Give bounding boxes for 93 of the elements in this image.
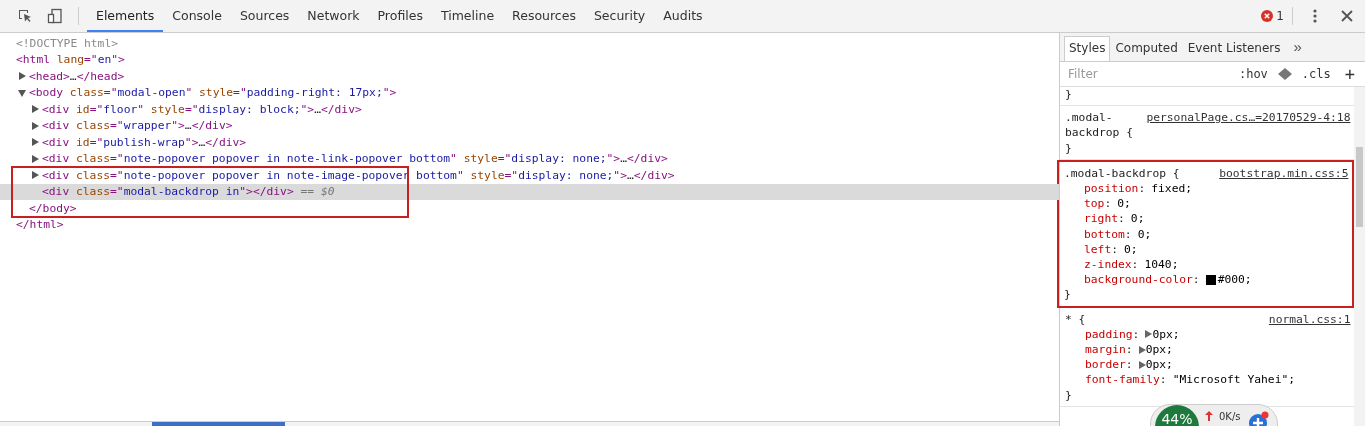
- inspect-icon[interactable]: [17, 8, 33, 24]
- class-button[interactable]: .cls: [1297, 67, 1335, 81]
- property-name: z-index: [1084, 257, 1132, 273]
- closing-brace: }: [1065, 87, 1072, 103]
- panel-tab[interactable]: Resources: [503, 0, 585, 32]
- property-value: #000;: [1217, 272, 1252, 288]
- css-selector: * {: [1065, 311, 1087, 327]
- colon: :: [1124, 226, 1132, 242]
- panel-tab[interactable]: Elements: [87, 0, 164, 32]
- scrollbar-thumb[interactable]: [152, 422, 285, 426]
- error-icon: [1261, 10, 1274, 22]
- expand-triangle-icon[interactable]: [31, 154, 39, 163]
- property-value: 1040;: [1144, 257, 1179, 273]
- property-name: right: [1084, 211, 1118, 227]
- sidebar-tab[interactable]: Event Listeners: [1182, 36, 1286, 61]
- more-tabs-button[interactable]: »: [1285, 38, 1310, 61]
- colon: :: [1138, 181, 1146, 197]
- property-value: 0px;: [1145, 357, 1173, 373]
- expand-triangle-icon[interactable]: [31, 121, 39, 130]
- property-name: top: [1084, 196, 1105, 212]
- colon: :: [1132, 326, 1140, 343]
- colon: :: [1131, 257, 1139, 273]
- closing-brace: }: [1064, 287, 1071, 303]
- dom-node-code: <div id="floor" style="display: block;">…</div>: [42, 102, 362, 116]
- dom-node-code: <div id="publish-wrap">…</div>: [42, 135, 247, 149]
- css-selector: .modal-backdrop {: [1065, 110, 1134, 141]
- panel-tab[interactable]: Security: [584, 0, 655, 32]
- colon: :: [1125, 342, 1133, 358]
- panel-tab[interactable]: Sources: [230, 0, 299, 32]
- scrollbar-thumb[interactable]: [1356, 147, 1363, 227]
- property-value: 0;: [1117, 196, 1131, 212]
- closing-brace: }: [1065, 140, 1072, 156]
- panel-tab[interactable]: Profiles: [368, 0, 432, 32]
- dom-node-code: <div class="wrapper">…</div>: [42, 119, 233, 133]
- dom-node-code: <head>…</head>: [29, 69, 125, 83]
- percent-gauge: 44%: [1155, 405, 1199, 426]
- property-value: 0;: [1130, 211, 1145, 227]
- colon: :: [1125, 357, 1133, 373]
- colon: :: [1104, 196, 1112, 212]
- colon: :: [1111, 241, 1119, 258]
- property-name: background-color: [1084, 272, 1193, 288]
- panel-tab[interactable]: Console: [163, 0, 231, 32]
- source-link[interactable]: personalPage.cs…=20170529-4:18: [1146, 110, 1351, 141]
- source-link[interactable]: normal.css:1: [1268, 311, 1351, 327]
- panel-tab[interactable]: Network: [298, 0, 369, 32]
- error-count[interactable]: 1: [1276, 9, 1284, 23]
- property-name: left: [1084, 241, 1112, 258]
- diamond-icon[interactable]: [1277, 68, 1292, 80]
- add-rule-button[interactable]: +: [1340, 64, 1359, 84]
- property-value: 0px;: [1152, 326, 1180, 343]
- dom-node-code: <div class="modal-backdrop in"></div> == $0: [42, 185, 335, 199]
- more-options-icon[interactable]: [1313, 9, 1317, 23]
- property-name: position: [1084, 181, 1139, 197]
- colon: :: [1118, 211, 1125, 227]
- sidebar-tab[interactable]: Computed: [1110, 36, 1183, 61]
- panel-tab[interactable]: Audits: [654, 0, 712, 32]
- css-selector: .modal-backdrop {: [1064, 165, 1180, 181]
- colon: :: [1192, 272, 1200, 288]
- sidebar-tab[interactable]: Styles: [1064, 36, 1111, 61]
- property-value: fixed;: [1151, 181, 1193, 197]
- device-icon[interactable]: [47, 8, 63, 24]
- color-swatch[interactable]: [1205, 274, 1216, 285]
- upload-rate: 0K/s: [1219, 411, 1241, 422]
- property-name: margin: [1085, 342, 1126, 358]
- closing-brace: }: [1065, 387, 1072, 403]
- source-link[interactable]: bootstrap.min.css:5: [1219, 165, 1349, 181]
- property-name: border: [1085, 357, 1126, 373]
- expand-triangle-icon[interactable]: [31, 105, 39, 114]
- dom-node-code: <div class="note-popover popover in note-image-popover bottom" style="display: none;">…</div>: [42, 168, 675, 182]
- dom-node-code: <html lang="en">: [16, 53, 125, 67]
- property-name: font-family: [1085, 372, 1160, 388]
- dom-node-code: <div class="note-popover popover in note-link-popover bottom" style="display: none;">…</div>: [42, 152, 668, 166]
- network-speed-widget[interactable]: 44% 0K/s: [1150, 404, 1278, 426]
- property-value: 0px;: [1145, 342, 1173, 358]
- expand-triangle-icon[interactable]: [18, 72, 26, 81]
- expand-triangle-icon[interactable]: [31, 171, 39, 180]
- dom-node-code: </body>: [29, 201, 77, 215]
- property-value: "Microsoft Yahei";: [1172, 372, 1296, 388]
- dom-node-code: </html>: [16, 218, 64, 232]
- colon: :: [1159, 372, 1167, 388]
- property-name: bottom: [1084, 226, 1125, 242]
- expand-triangle-icon[interactable]: [18, 88, 26, 97]
- up-arrow-icon: [1205, 411, 1213, 421]
- dom-node-code: <!DOCTYPE html>: [16, 36, 119, 50]
- expand-triangle-icon[interactable]: [31, 138, 39, 147]
- hover-state-button[interactable]: :hov: [1234, 67, 1272, 81]
- property-value: 0;: [1124, 241, 1138, 258]
- property-value: 0;: [1137, 226, 1152, 242]
- property-name: padding: [1085, 326, 1133, 343]
- panel-tab[interactable]: Timeline: [431, 0, 504, 32]
- selected-row[interactable]: <div class="modal-backdrop in"></div> == $0: [0, 183, 1059, 200]
- close-icon[interactable]: [1341, 10, 1353, 22]
- dom-node-code: <body class="modal-open" style="padding-right: 17px;">: [29, 86, 397, 100]
